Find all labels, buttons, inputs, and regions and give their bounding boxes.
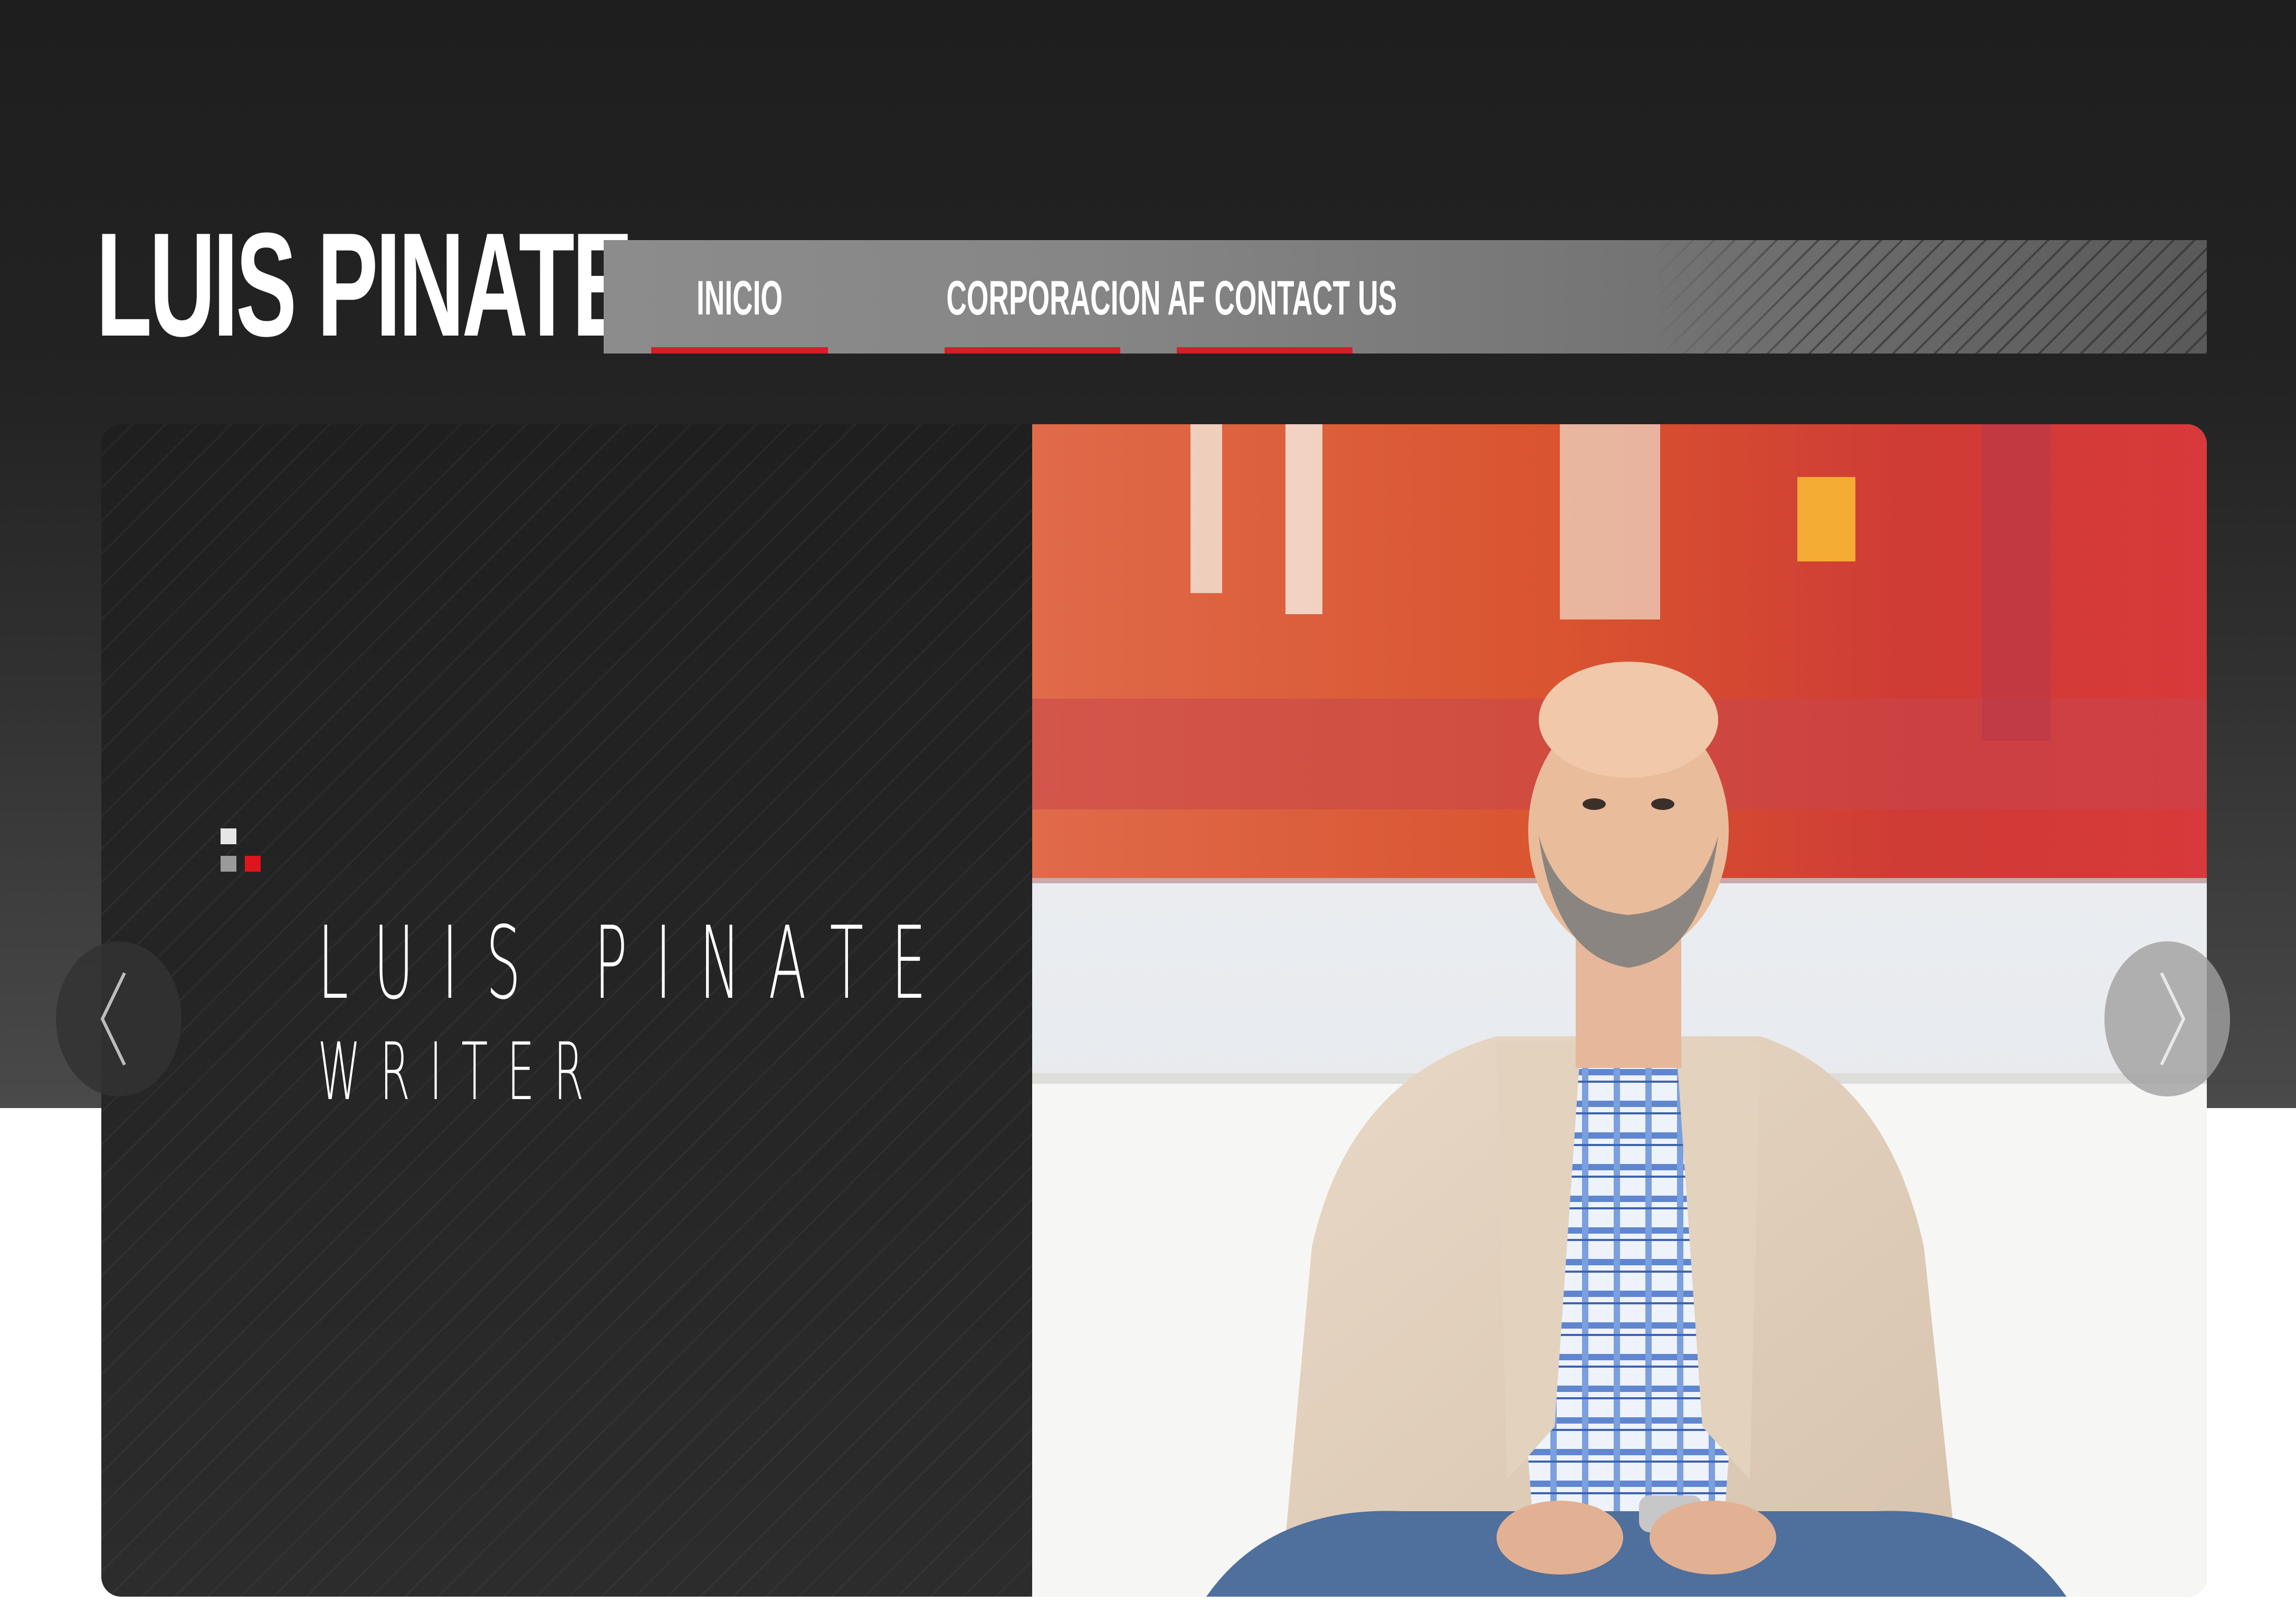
nav-label: CONTACT US (1214, 271, 1397, 325)
slide-portrait-photo (1032, 424, 2207, 1597)
nav-item-inicio[interactable]: INICIO (651, 240, 828, 354)
decorative-square (221, 828, 236, 844)
nav-label: CORPORACION AF (946, 271, 1205, 325)
nav-label: INICIO (696, 271, 783, 325)
site-logo[interactable]: LUIS PINATE (96, 208, 633, 361)
nav-underline (1177, 347, 1352, 354)
portrait-photo-illustration (1032, 424, 2207, 1597)
slider-prev-button[interactable] (56, 941, 182, 1096)
chevron-left-icon (100, 972, 126, 1066)
hero-slider: LUIS PINATE WRITER (101, 424, 2207, 1597)
slide-subheading: WRITER (318, 1026, 603, 1118)
slide-heading: LUIS PINATE (318, 905, 954, 1022)
nav-active-underline (651, 347, 828, 354)
nav-underline (945, 347, 1120, 354)
nav-item-contact-us[interactable]: CONTACT US (1177, 240, 1397, 354)
slider-next-button[interactable] (2104, 941, 2230, 1096)
main-navigation: INICIO CORPORACION AF CONTACT US (604, 240, 2207, 354)
chevron-right-icon (2160, 972, 2186, 1066)
decorative-square-accent (245, 856, 261, 872)
nav-item-corporacion-af[interactable]: CORPORACION AF (918, 240, 1205, 354)
navbar-stripe-pattern (1653, 240, 2207, 354)
slide-text-panel: LUIS PINATE WRITER (101, 424, 1032, 1597)
decorative-square (221, 856, 236, 872)
